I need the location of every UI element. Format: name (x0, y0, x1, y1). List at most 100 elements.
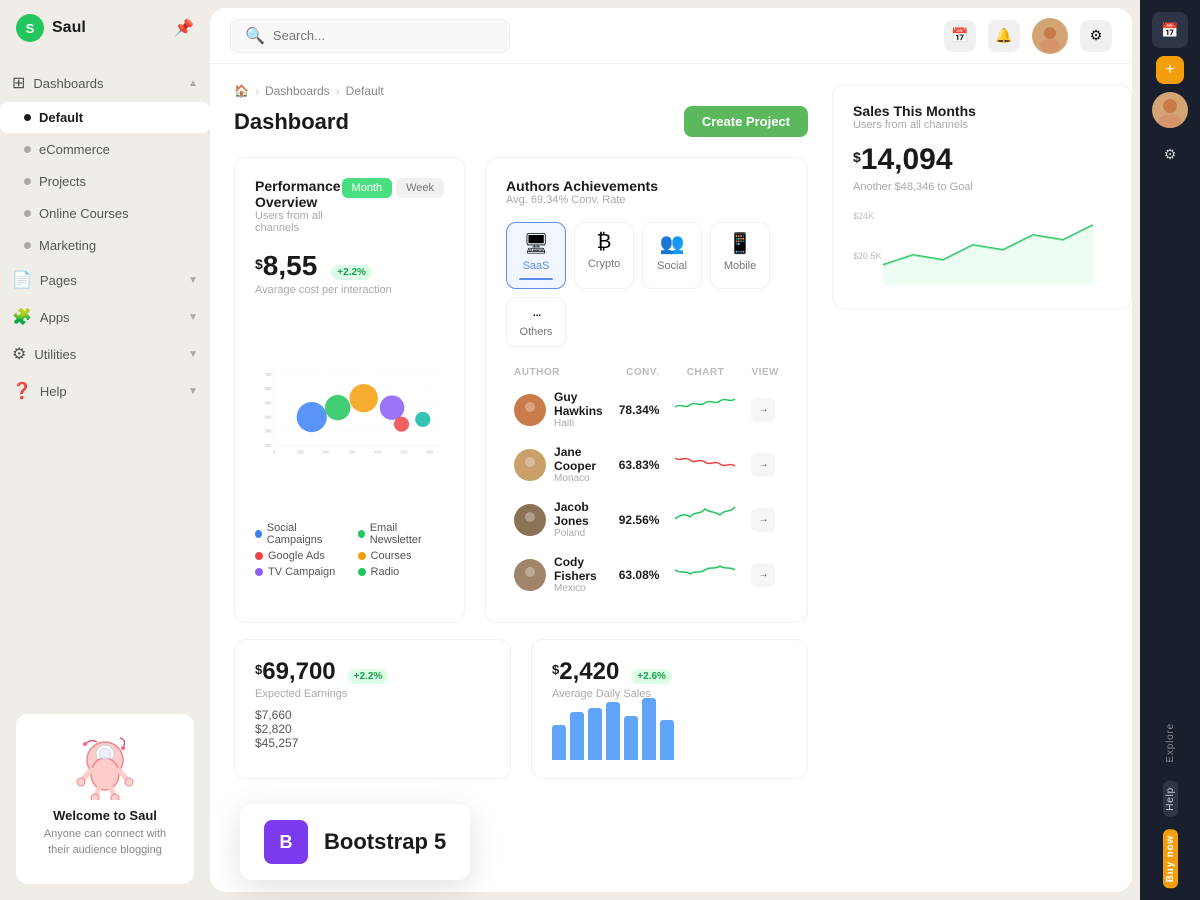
sidebar-item-utilities[interactable]: ⚙ Utilities ▼ (0, 336, 210, 372)
buy-now-label[interactable]: Buy now (1163, 829, 1178, 888)
author-info: Cody Fishers Mexico (514, 555, 603, 594)
svg-text:600: 600 (264, 386, 272, 391)
perf-metric: $8,55 (255, 250, 317, 282)
author-info: Jane Cooper Monaco (514, 445, 603, 484)
legend-radio: Radio (358, 566, 445, 578)
bar (624, 716, 638, 760)
author-info: Guy Hawkins Haiti (514, 390, 603, 429)
sidebar-header: S Saul 📌 (0, 0, 210, 56)
settings-icon[interactable]: ⚙ (1080, 20, 1112, 52)
col-conv: CONV. (611, 363, 668, 382)
view-button[interactable]: → (751, 453, 775, 477)
dashboard-grid: Performance Overview Users from all chan… (234, 157, 808, 623)
welcome-title: Welcome to Saul (32, 808, 178, 823)
cat-tab-mobile[interactable]: 📱 Mobile (710, 222, 770, 289)
conv-value: 63.83% (619, 458, 660, 472)
sidebar-item-marketing[interactable]: Marketing (0, 230, 210, 261)
tab-week[interactable]: Week (396, 178, 444, 198)
author-avatar (514, 559, 546, 591)
rp-settings-icon[interactable]: ⚙ (1152, 136, 1188, 172)
apps-icon: 🧩 (12, 307, 32, 327)
legend-label-email: Email Newsletter (370, 522, 444, 546)
author-country: Mexico (554, 583, 603, 594)
search-input[interactable] (273, 28, 473, 43)
sidebar-item-help[interactable]: ❓ Help ▼ (0, 373, 210, 409)
rp-add-icon[interactable]: + (1156, 56, 1184, 84)
tab-month[interactable]: Month (342, 178, 393, 198)
breadcrumb-dashboards[interactable]: Dashboards (265, 84, 330, 98)
author-info: Jacob Jones Poland (514, 500, 603, 539)
svg-text:100: 100 (296, 449, 304, 454)
performance-card: Performance Overview Users from all chan… (234, 157, 465, 623)
create-project-button[interactable]: Create Project (684, 106, 808, 137)
sales-metric: $14,094 (853, 143, 1111, 177)
earnings-label: Expected Earnings (255, 688, 490, 700)
sales-chart: $24K $20.5K (853, 205, 1113, 285)
table-row: Guy Hawkins Haiti 78.34% → (506, 382, 787, 437)
welcome-subtitle: Anyone can connect with their audience b… (32, 827, 178, 858)
help-label[interactable]: Help (1163, 781, 1178, 817)
rp-avatar[interactable] (1152, 92, 1188, 128)
bubble-chart-svg: 700 600 500 400 300 200 0 100 200 300 40… (255, 310, 444, 510)
svg-text:200: 200 (322, 449, 330, 454)
logo-icon: S (16, 14, 44, 42)
mini-chart (675, 560, 735, 584)
explore-label[interactable]: Explore (1163, 717, 1178, 769)
svg-text:600: 600 (426, 449, 434, 454)
sidebar-item-online-courses[interactable]: Online Courses (0, 198, 210, 229)
calendar-icon[interactable]: 📅 (944, 20, 976, 52)
page-title: Dashboard (234, 109, 349, 135)
author-avatar (514, 449, 546, 481)
view-button[interactable]: → (751, 398, 775, 422)
sidebar-item-dashboards[interactable]: ⊞ Dashboards ▲ (0, 65, 210, 101)
svg-text:$24K: $24K (853, 211, 874, 221)
author-name: Guy Hawkins (554, 390, 603, 418)
daily-label: Average Daily Sales (552, 688, 787, 700)
perf-badge: +2.2% (331, 265, 372, 280)
svg-text:700: 700 (264, 372, 272, 377)
daily-bar-chart (552, 710, 787, 760)
cat-tab-social[interactable]: 👥 Social (642, 222, 702, 289)
bubble-chart: 700 600 500 400 300 200 0 100 200 300 40… (255, 310, 444, 510)
cat-label-mobile: Mobile (724, 260, 756, 272)
notification-icon[interactable]: 🔔 (988, 20, 1020, 52)
bar (570, 712, 584, 760)
sidebar-item-apps[interactable]: 🧩 Apps ▼ (0, 299, 210, 335)
breadcrumb: 🏠 › Dashboards › Default (234, 84, 808, 98)
topbar: 🔍 📅 🔔 ⚙ (210, 8, 1132, 64)
sidebar-item-default[interactable]: Default (0, 102, 210, 133)
legend-dot-google (255, 552, 263, 560)
sales-goal: Another $48,346 to Goal (853, 181, 1111, 193)
view-button[interactable]: → (751, 508, 775, 532)
legend-dot-radio (358, 568, 366, 576)
bootstrap-text: Bootstrap 5 (324, 829, 446, 855)
app-name: Saul (52, 19, 86, 37)
dot-marketing (24, 242, 31, 249)
topbar-avatar[interactable] (1032, 18, 1068, 54)
author-name: Jacob Jones (554, 500, 603, 528)
cat-tab-others[interactable]: ··· Others (506, 297, 566, 347)
legend-label-google: Google Ads (268, 550, 325, 562)
cat-tab-saas[interactable]: 🖥 SaaS (506, 222, 566, 289)
dot-online-courses (24, 210, 31, 217)
svg-text:$20.5K: $20.5K (853, 251, 882, 261)
rp-calendar-icon[interactable]: 📅 (1152, 12, 1188, 48)
perf-subtitle: Users from all channels (255, 210, 342, 234)
mini-chart (675, 505, 735, 529)
view-button[interactable]: → (751, 563, 775, 587)
svg-text:500: 500 (264, 400, 272, 405)
cat-tab-crypto[interactable]: ₿ Crypto (574, 222, 634, 289)
content-area: 🏠 › Dashboards › Default Dashboard Creat… (210, 64, 1132, 892)
pin-icon[interactable]: 📌 (174, 18, 194, 38)
sidebar-item-projects[interactable]: Projects (0, 166, 210, 197)
breadcrumb-default: Default (346, 84, 384, 98)
author-country: Haiti (554, 418, 603, 429)
legend-label-tv: TV Campaign (268, 566, 335, 578)
chevron-pages: ▼ (188, 275, 198, 286)
search-box[interactable]: 🔍 (230, 19, 510, 53)
sidebar-item-pages[interactable]: 📄 Pages ▼ (0, 262, 210, 298)
sidebar-item-ecommerce[interactable]: eCommerce (0, 134, 210, 165)
mini-chart (675, 450, 735, 474)
mobile-icon: 📱 (728, 231, 753, 256)
sidebar-label-ecommerce: eCommerce (39, 142, 110, 157)
